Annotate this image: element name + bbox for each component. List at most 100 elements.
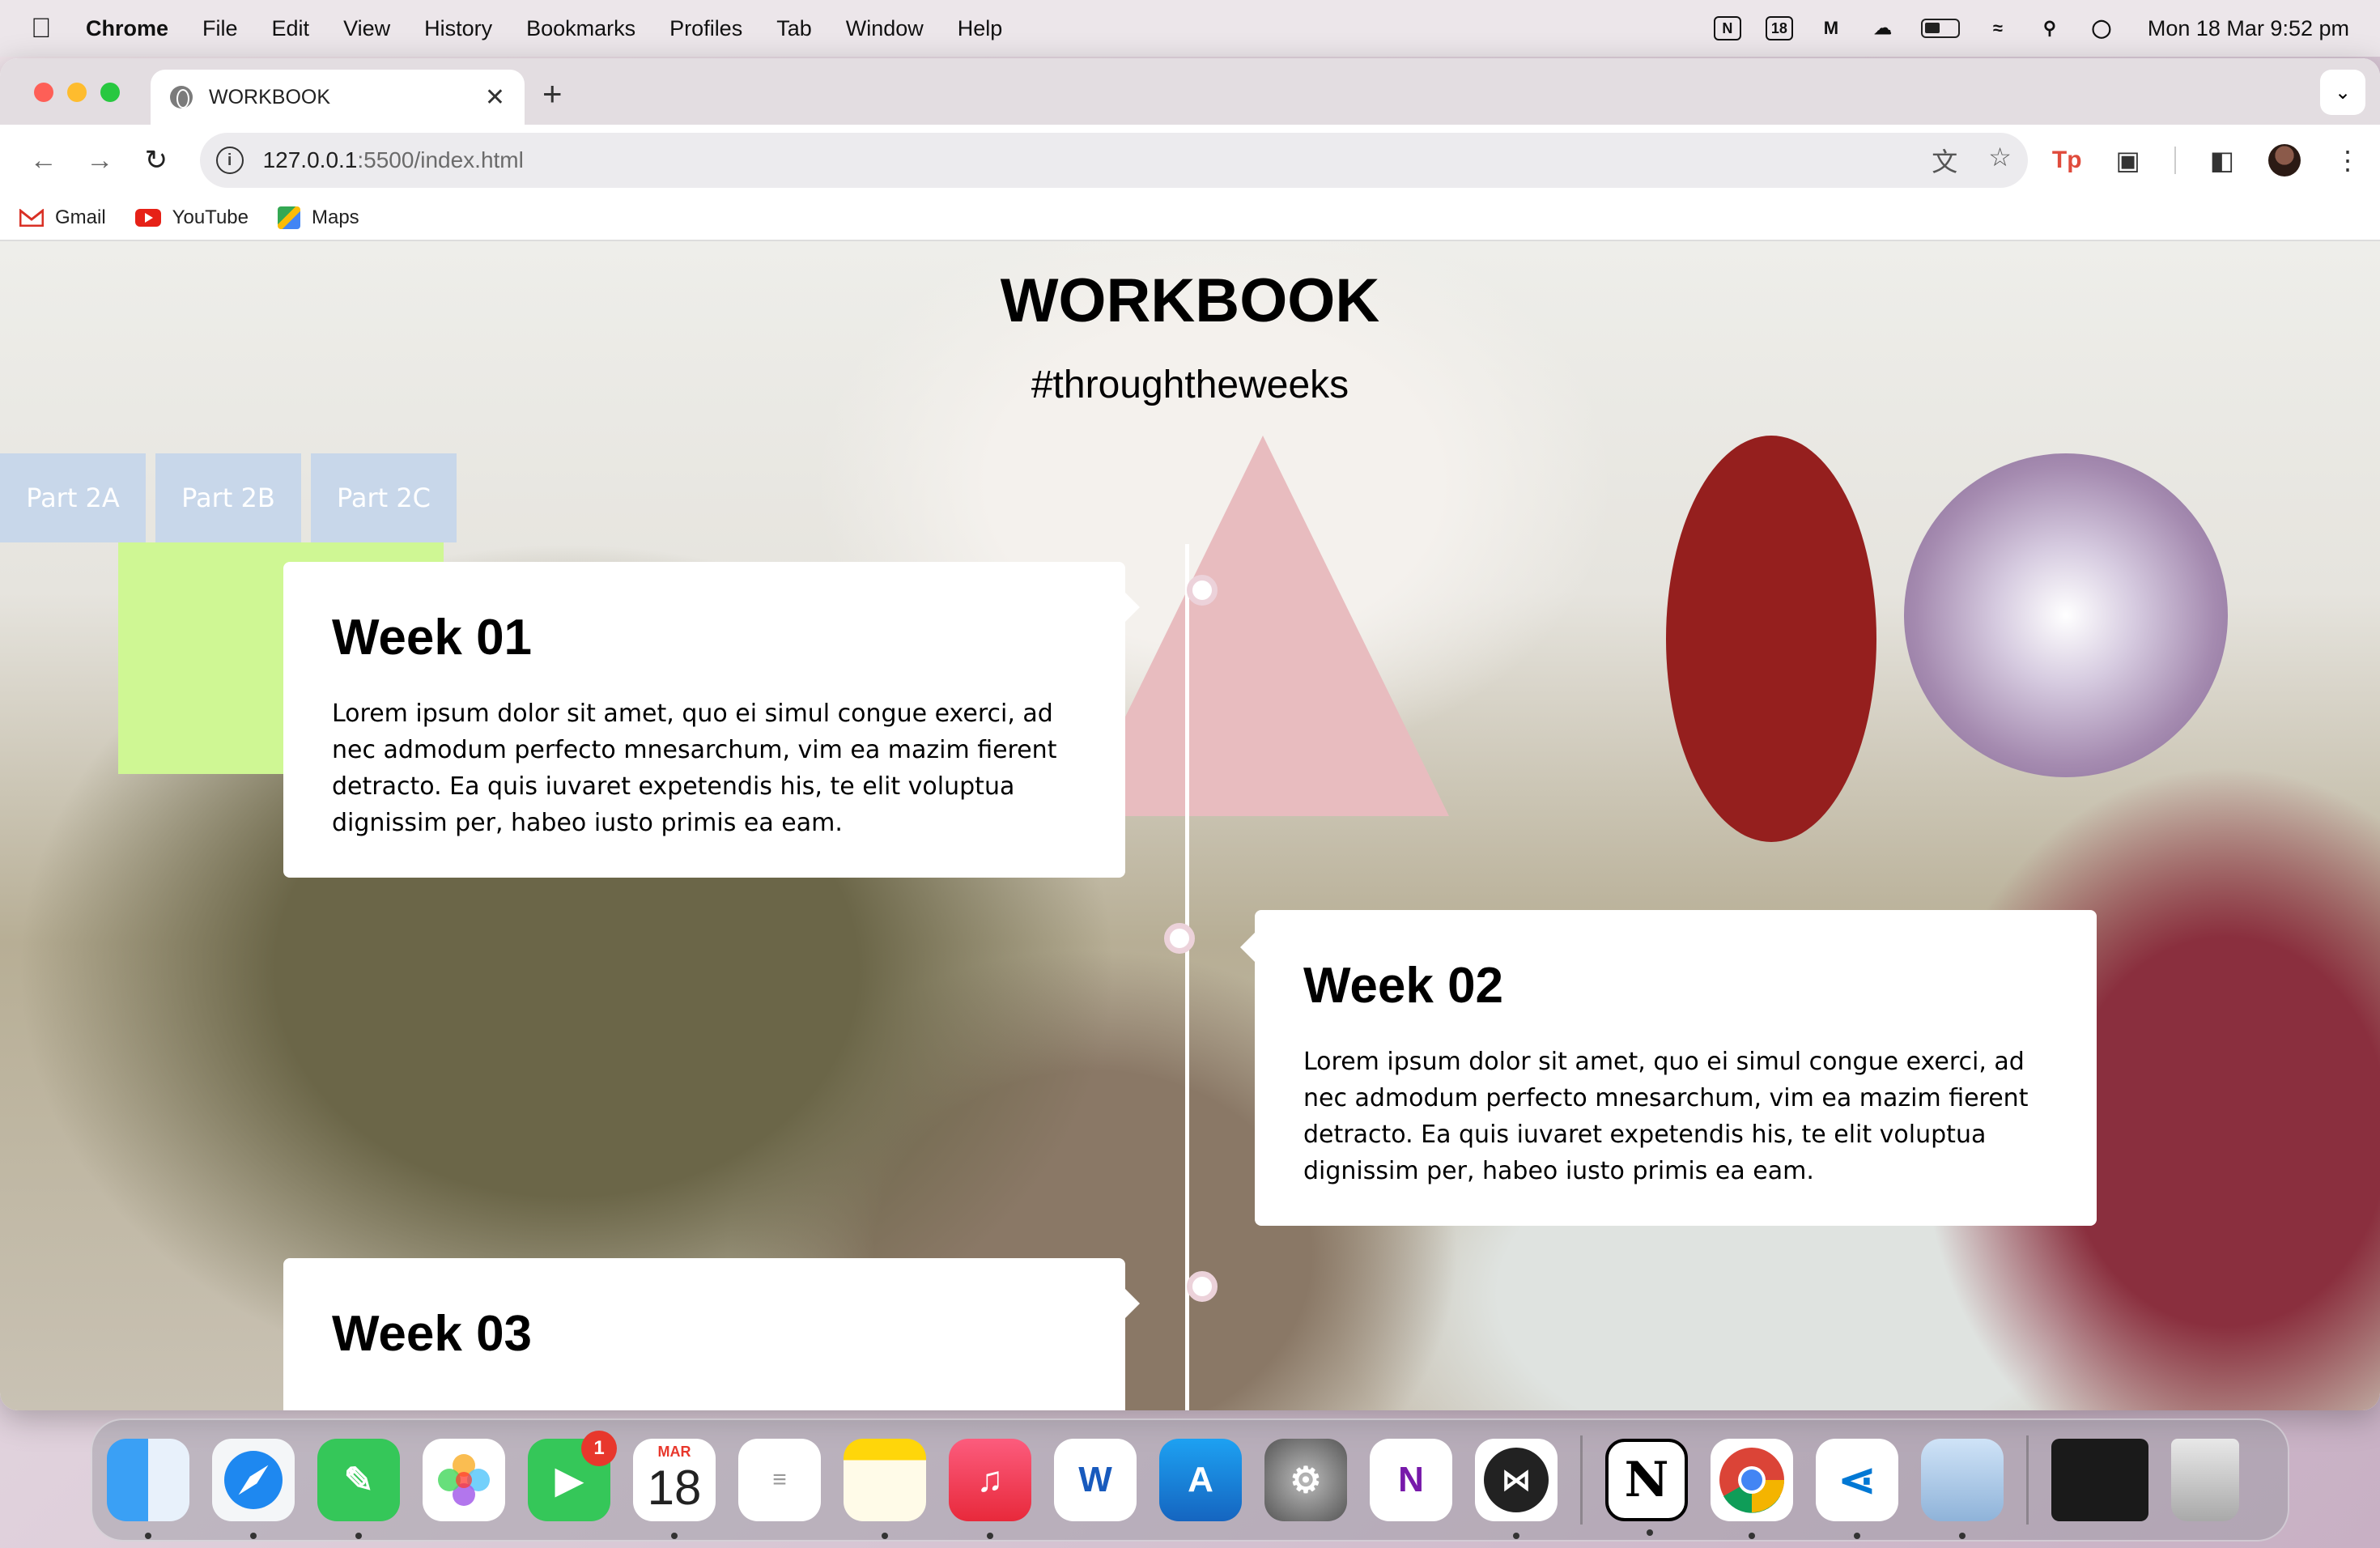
- linear-app-icon[interactable]: ⋈: [1475, 1439, 1558, 1539]
- page-title: WORKBOOK: [1000, 266, 1380, 335]
- more-menu-icon[interactable]: ⋮: [2335, 145, 2361, 176]
- menu-app-name[interactable]: Chrome: [86, 16, 168, 41]
- bookmark-label: Gmail: [55, 206, 106, 228]
- part-2c-tab[interactable]: Part 2C: [311, 453, 457, 542]
- week-card-01: Week 01 Lorem ipsum dolor sit amet, quo …: [283, 562, 1140, 878]
- m-status-icon[interactable]: M: [1817, 16, 1845, 40]
- part-2a-tab[interactable]: Part 2A: [0, 453, 146, 542]
- chrome-logo-icon: [1719, 1448, 1784, 1513]
- reminders-icon[interactable]: ≡: [738, 1439, 821, 1521]
- bookmark-youtube[interactable]: YouTube: [134, 206, 249, 229]
- tab-title: WORKBOOK: [209, 85, 331, 108]
- word-icon[interactable]: W: [1054, 1439, 1137, 1521]
- url-path: :5500/index.html: [357, 147, 524, 172]
- bookmark-gmail[interactable]: Gmail: [19, 206, 106, 229]
- menu-bookmarks[interactable]: Bookmarks: [526, 16, 635, 41]
- menu-view[interactable]: View: [343, 16, 390, 41]
- toolbar-divider: [2174, 147, 2176, 174]
- creative-cloud-icon[interactable]: ☁: [1869, 16, 1897, 40]
- dock-divider: [2026, 1435, 2029, 1525]
- notification-badge: 1: [581, 1431, 617, 1466]
- gmail-icon: [19, 209, 44, 227]
- week-title: Week 03: [332, 1306, 533, 1362]
- youtube-icon: [134, 209, 161, 227]
- purple-sphere-shape: [1904, 453, 2228, 777]
- red-ellipse-shape: [1666, 436, 1876, 842]
- browser-tab-active[interactable]: WORKBOOK ✕: [151, 70, 525, 125]
- menu-profiles[interactable]: Profiles: [669, 16, 742, 41]
- chrome-icon[interactable]: [1711, 1439, 1793, 1539]
- dock: ✎ ▶ 1 MAR 18 ≡ ♫ W A ⚙ N ⋈ N ⋖: [91, 1418, 2289, 1542]
- system-settings-icon[interactable]: ⚙: [1264, 1439, 1347, 1521]
- notion-status-icon[interactable]: N: [1713, 16, 1741, 40]
- apple-icon[interactable]: : [31, 13, 63, 45]
- tab-strip: WORKBOOK ✕ + ⌄: [0, 58, 2380, 125]
- onenote-icon[interactable]: N: [1370, 1439, 1452, 1521]
- week-title: Week 01: [332, 610, 533, 666]
- safari-icon[interactable]: [212, 1439, 295, 1539]
- close-window-button[interactable]: [34, 83, 53, 102]
- notion-icon[interactable]: N: [1605, 1439, 1688, 1536]
- finder-icon[interactable]: [107, 1439, 189, 1539]
- zoom-window-button[interactable]: [100, 83, 120, 102]
- menu-help[interactable]: Help: [958, 16, 1003, 41]
- part-2b-tab[interactable]: Part 2B: [155, 453, 301, 542]
- control-center-icon[interactable]: ◯: [2088, 16, 2115, 40]
- timeline-dot-week-02: [1164, 923, 1195, 954]
- profile-avatar[interactable]: [2268, 144, 2301, 176]
- vscode-icon[interactable]: ⋖: [1816, 1439, 1898, 1539]
- browser-toolbar: ← → ↻ i 127.0.0.1 :5500/index.html 文 ☆ T…: [0, 125, 2380, 196]
- part-tabs: Part 2A Part 2B Part 2C: [0, 453, 457, 542]
- pink-triangle-shape: [1077, 436, 1449, 816]
- bookmark-label: Maps: [311, 206, 359, 228]
- site-info-icon[interactable]: i: [215, 147, 244, 174]
- calendar-status-icon[interactable]: 18: [1765, 16, 1793, 40]
- notes-icon[interactable]: [844, 1439, 926, 1539]
- music-icon[interactable]: ♫: [949, 1439, 1031, 1539]
- facetime-icon[interactable]: ▶ 1: [528, 1431, 617, 1521]
- globe-icon: [170, 86, 193, 108]
- dock-divider: [1580, 1435, 1583, 1525]
- bookmark-star-icon[interactable]: ☆: [1988, 142, 2012, 179]
- menu-history[interactable]: History: [424, 16, 492, 41]
- app-store-icon[interactable]: A: [1159, 1439, 1242, 1521]
- messages-icon[interactable]: ✎: [317, 1439, 400, 1539]
- maps-icon: [277, 206, 300, 229]
- calendar-day: 18: [647, 1461, 702, 1515]
- extensions-puzzle-icon[interactable]: ▣: [2116, 145, 2140, 176]
- reload-button[interactable]: ↻: [132, 136, 181, 185]
- preview-icon[interactable]: [1921, 1439, 2004, 1539]
- translate-icon[interactable]: 文: [1932, 142, 1957, 179]
- menu-file[interactable]: File: [202, 16, 238, 41]
- timeline-dot-week-01: [1187, 575, 1218, 606]
- menu-bar:  Chrome File Edit View History Bookmark…: [0, 0, 2380, 57]
- side-panel-icon[interactable]: ◧: [2210, 145, 2234, 176]
- menu-tab[interactable]: Tab: [776, 16, 812, 41]
- bowtie-icon: ⋈: [1484, 1448, 1549, 1512]
- bookmark-maps[interactable]: Maps: [277, 206, 359, 229]
- extension-tp-icon[interactable]: Tp: [2052, 147, 2082, 174]
- menubar-clock[interactable]: Mon 18 Mar 9:52 pm: [2148, 16, 2349, 41]
- address-bar[interactable]: i 127.0.0.1 :5500/index.html 文 ☆: [199, 133, 2028, 188]
- week-text: Lorem ipsum dolor sit amet, quo ei simul…: [1303, 1048, 2029, 1185]
- tab-search-button[interactable]: ⌄: [2320, 70, 2365, 115]
- forward-button[interactable]: →: [76, 136, 125, 185]
- minimize-window-button[interactable]: [67, 83, 87, 102]
- toolbar-extensions: Tp ▣ ◧ ⋮: [2052, 144, 2361, 176]
- menu-window[interactable]: Window: [846, 16, 924, 41]
- back-button[interactable]: ←: [19, 136, 68, 185]
- new-tab-button[interactable]: +: [542, 74, 563, 113]
- bookmark-label: YouTube: [172, 206, 249, 228]
- flower-icon: [438, 1454, 490, 1506]
- wifi-icon[interactable]: ≈: [1984, 16, 2012, 40]
- trash-icon[interactable]: [2171, 1439, 2239, 1521]
- menu-edit[interactable]: Edit: [272, 16, 310, 41]
- week-card-02: Week 02 Lorem ipsum dolor sit amet, quo …: [1240, 910, 2097, 1226]
- downloads-stack-icon[interactable]: [2051, 1439, 2148, 1521]
- calendar-icon[interactable]: MAR 18: [633, 1439, 716, 1539]
- page-subtitle: #throughtheweeks: [1031, 364, 1349, 406]
- close-tab-icon[interactable]: ✕: [485, 83, 505, 112]
- photos-icon[interactable]: [423, 1439, 505, 1521]
- battery-icon[interactable]: [1920, 19, 1960, 38]
- spotlight-search-icon[interactable]: ⚲: [2036, 16, 2063, 40]
